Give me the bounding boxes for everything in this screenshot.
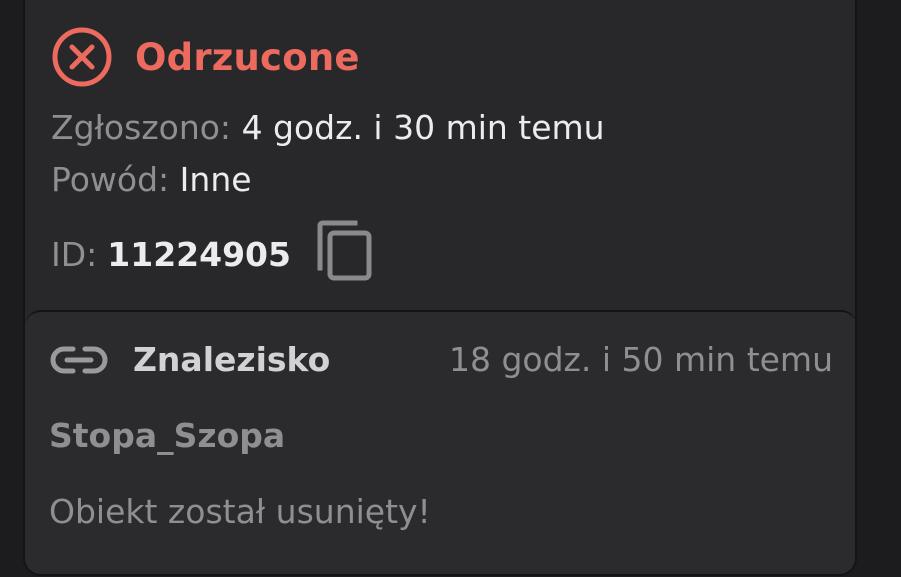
id-value: 11224905 <box>107 235 291 274</box>
reason-label: Powód: <box>51 160 170 199</box>
status-row: Odrzucone <box>51 26 360 88</box>
object-header: Znalezisko 18 godz. i 50 min temu <box>49 340 833 379</box>
reported-label: Zgłoszono: <box>51 108 232 147</box>
reason-line: Powód: Inne <box>51 160 252 200</box>
object-time: 18 godz. i 50 min temu <box>448 340 833 379</box>
status-label: Odrzucone <box>135 35 360 79</box>
id-line: ID: 11224905 <box>51 220 375 282</box>
reason-value: Inne <box>179 160 252 199</box>
reported-object-panel[interactable]: Znalezisko 18 godz. i 50 min temu Stopa_… <box>25 310 855 574</box>
object-type: Znalezisko <box>133 340 331 379</box>
id-label: ID: <box>51 235 98 274</box>
copy-icon[interactable] <box>315 220 375 282</box>
link-icon <box>50 346 108 373</box>
x-circle-icon <box>52 27 112 87</box>
object-author[interactable]: Stopa_Szopa <box>49 416 285 455</box>
reported-line: Zgłoszono: 4 godz. i 30 min temu <box>51 108 605 148</box>
report-card: Odrzucone Zgłoszono: 4 godz. i 30 min te… <box>23 0 857 576</box>
reported-value: 4 godz. i 30 min temu <box>241 108 605 147</box>
object-message: Obiekt został usunięty! <box>49 492 431 531</box>
